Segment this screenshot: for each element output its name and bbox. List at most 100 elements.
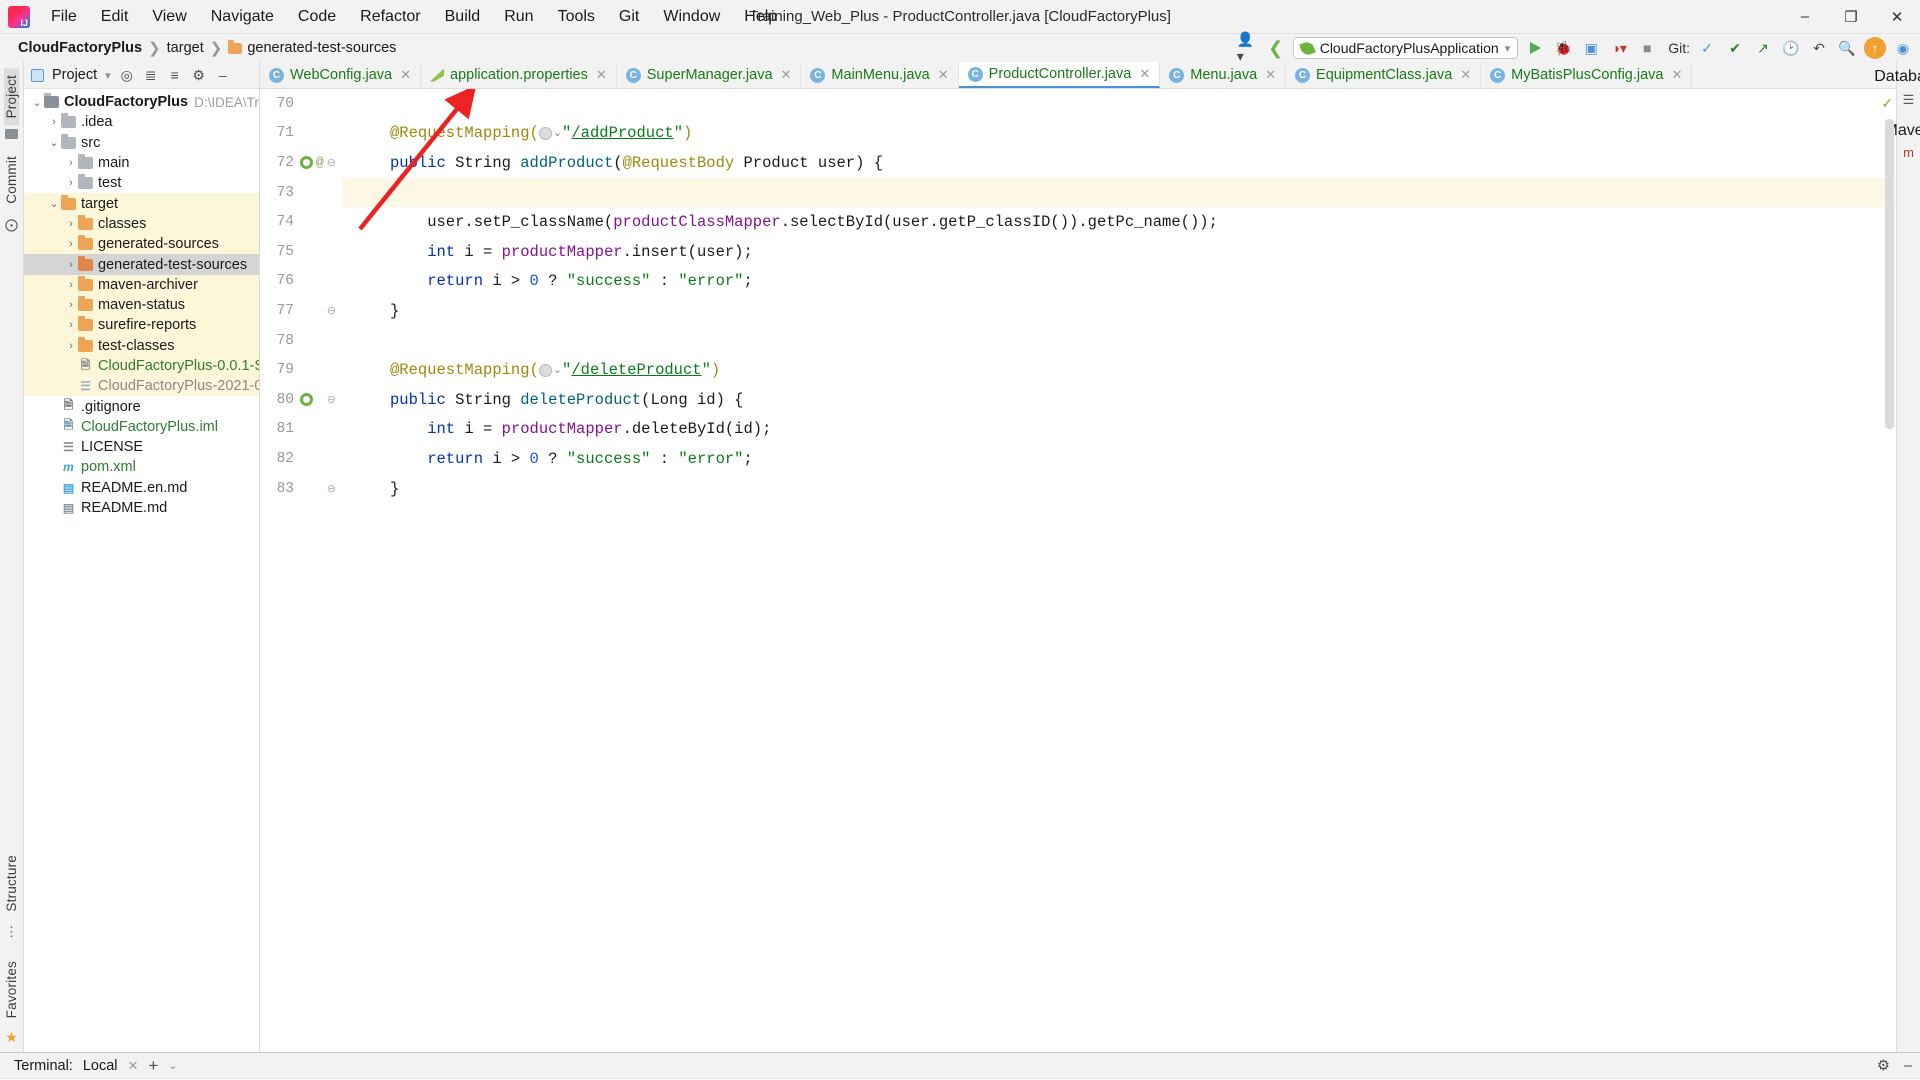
menu-item-build[interactable]: Build	[434, 4, 492, 30]
close-icon[interactable]: ✕	[1139, 66, 1150, 82]
expand-arrow-icon[interactable]: ›	[64, 340, 78, 352]
tree-node-generated-test-sources[interactable]: › generated-test-sources	[24, 254, 259, 275]
gutter-line[interactable]: 80 ⊖	[260, 385, 342, 415]
expand-arrow-icon[interactable]: ›	[64, 177, 78, 189]
close-icon[interactable]: ✕	[1460, 67, 1471, 83]
tree-node-pom-xml[interactable]: m pom.xml	[24, 457, 259, 477]
close-icon[interactable]: ✕	[781, 67, 792, 83]
tree-node-cloudfactoryplus-2021-0[interactable]: ☰ CloudFactoryPlus-2021-0	[24, 376, 259, 397]
code-line[interactable]: @RequestMapping(⌄ "/deleteProduct ")	[342, 355, 1896, 385]
editor-scrollbar[interactable]	[1885, 119, 1894, 429]
expand-arrow-icon[interactable]: ⌄	[30, 96, 44, 109]
code-line[interactable]: int i = productMapper .deleteById(id);	[342, 415, 1896, 445]
expand-arrow-icon[interactable]: ⌄	[47, 197, 61, 210]
code-line[interactable]	[342, 326, 1896, 356]
tree-node-cloudfactoryplus[interactable]: ⌄ CloudFactoryPlus D:\IDEA\Trai	[24, 92, 259, 112]
gutter-line[interactable]: 77 ⊖	[260, 296, 342, 326]
spring-bean-icon[interactable]	[300, 393, 313, 407]
search-everywhere-icon[interactable]: 🔍	[1836, 37, 1858, 59]
new-session-button[interactable]: +	[148, 1056, 158, 1076]
tree-node-generated-sources[interactable]: › generated-sources	[24, 234, 259, 255]
code-fold-icon[interactable]: ⊖	[327, 304, 336, 318]
run-with-coverage-button[interactable]: ▣	[1580, 37, 1602, 59]
gutter-marks[interactable]: @	[300, 155, 324, 170]
chevron-down-icon[interactable]: ⌄	[168, 1059, 177, 1072]
web-endpoint-icon[interactable]: ⌄	[538, 363, 562, 377]
tree-node-cloudfactoryplus-0-0-1-s[interactable]: 🗎 CloudFactoryPlus-0.0.1-S	[24, 355, 259, 377]
gutter-line[interactable]: 70	[260, 89, 342, 119]
code-line[interactable]: public String addProduct(@RequestBody Pr…	[342, 148, 1896, 178]
menu-item-navigate[interactable]: Navigate	[200, 4, 285, 30]
menu-bar[interactable]: File Edit View Navigate Code Refactor Build Run…	[40, 4, 788, 30]
hide-icon[interactable]: –	[215, 67, 231, 83]
stripe-button-commit[interactable]: Commit	[4, 149, 19, 211]
run-configuration-selector[interactable]: CloudFactoryPlusApplication ▾	[1292, 37, 1519, 59]
history-icon[interactable]: 🕑	[1780, 37, 1802, 59]
project-panel-header[interactable]: Project ▾ ◎ ≣ ≡ ⚙ –	[24, 62, 259, 89]
minimize-button[interactable]: –	[1782, 0, 1828, 34]
tree-node-maven-status[interactable]: › maven-status	[24, 294, 259, 316]
menu-item-view[interactable]: View	[141, 4, 197, 30]
editor-tab-mainmenu-java[interactable]: C MainMenu.java ✕	[801, 62, 959, 88]
code-line[interactable]: }	[342, 474, 1896, 504]
gear-icon[interactable]: ⚙	[1877, 1058, 1890, 1074]
gutter-line[interactable]: 79	[260, 355, 342, 385]
chevron-down-icon[interactable]: ⌄	[553, 126, 562, 140]
editor-tab-equipmentclass-java[interactable]: C EquipmentClass.java ✕	[1286, 62, 1482, 88]
chevron-down-icon[interactable]: ▾	[105, 69, 111, 82]
minimize-icon[interactable]: –	[1904, 1058, 1912, 1074]
code-line[interactable]: int i = productMapper .insert(user);	[342, 237, 1896, 267]
tree-node-test-classes[interactable]: › test-classes	[24, 335, 259, 356]
maximize-button[interactable]: ❐	[1828, 0, 1874, 34]
tree-node-classes[interactable]: › classes	[24, 213, 259, 235]
expand-all-icon[interactable]: ≣	[143, 67, 159, 84]
breadcrumb-item-generated-test-sources[interactable]: generated-test-sources	[224, 39, 400, 57]
tree-node-maven-archiver[interactable]: › maven-archiver	[24, 274, 259, 295]
expand-arrow-icon[interactable]: ⌄	[47, 136, 61, 149]
gear-icon[interactable]: ⚙	[191, 67, 207, 84]
expand-arrow-icon[interactable]: ›	[64, 299, 78, 311]
back-arrow-icon[interactable]: ❮	[1265, 37, 1287, 59]
menu-item-tools[interactable]: Tools	[547, 4, 606, 30]
stripe-button-project[interactable]: Project	[4, 68, 19, 126]
project-panel-title[interactable]: Project	[52, 67, 97, 83]
close-icon[interactable]: ✕	[938, 67, 949, 83]
expand-arrow-icon[interactable]: ›	[64, 259, 78, 271]
close-icon[interactable]: ✕	[400, 67, 411, 83]
gutter-line[interactable]: 83 ⊖	[260, 474, 342, 504]
navigation-bar[interactable]: CloudFactoryPlus ❯ target ❯ generated-test-s…	[0, 31, 1920, 64]
stripe-button-structure[interactable]: Structure	[4, 848, 19, 919]
editor-tab-webconfig-java[interactable]: C WebConfig.java ✕	[260, 62, 422, 88]
code-fold-icon[interactable]: ⊖	[327, 156, 336, 170]
code-editor[interactable]: 70 71 72 @ ⊖ 73 74 75 76 77 ⊖ 78 79 80 ⊖ 81 82 83 ⊖ @Reque…	[260, 89, 1896, 1052]
update-project-icon[interactable]: ✓	[1696, 37, 1718, 59]
menu-item-run[interactable]: Run	[493, 4, 544, 30]
tree-node-readme-en-md[interactable]: ▤ README.en.md	[24, 478, 259, 498]
left-tool-stripe[interactable]: Project Commit ⨀ Structure ⋮ Favorites ★	[0, 62, 24, 1052]
code-line[interactable]: public String deleteProduct (Long id) {	[342, 385, 1896, 415]
code-line[interactable]	[342, 177, 1896, 208]
editor-gutter[interactable]: 70 71 72 @ ⊖ 73 74 75 76 77 ⊖ 78 79 80 ⊖ 81 82 83 ⊖	[260, 89, 342, 1052]
editor-tab-productcontroller-java[interactable]: C ProductController.java ✕	[958, 62, 1161, 88]
stop-button[interactable]: ■	[1636, 37, 1658, 59]
spring-bean-icon[interactable]	[300, 156, 313, 170]
gutter-line[interactable]: 72 @ ⊖	[260, 148, 342, 178]
close-icon[interactable]: ✕	[1672, 67, 1683, 83]
profile-button[interactable]: ◑▾	[1608, 37, 1630, 59]
code-line[interactable]: return i > 0 ? "success" : "error";	[342, 444, 1896, 474]
gutter-line[interactable]: 75	[260, 237, 342, 267]
editor-tab-application-properties[interactable]: application.properties ✕	[421, 62, 617, 88]
gutter-line[interactable]: 74	[260, 207, 342, 237]
code-fold-icon[interactable]: ⊖	[327, 482, 336, 496]
update-icon[interactable]: ↑	[1864, 37, 1886, 59]
editor-tab-bar[interactable]: C WebConfig.java ✕ application.properties ✕ C…	[260, 62, 1896, 89]
code-line[interactable]: }	[342, 296, 1896, 326]
collapse-all-icon[interactable]: ≡	[167, 67, 183, 83]
chevron-down-icon[interactable]: ⌄	[553, 363, 562, 377]
rollback-icon[interactable]: ↶	[1808, 37, 1830, 59]
tree-node-test[interactable]: › test	[24, 173, 259, 193]
gutter-line[interactable]: 71	[260, 119, 342, 149]
gutter-marks[interactable]	[300, 393, 313, 407]
locate-icon[interactable]: ◎	[119, 67, 135, 84]
menu-item-edit[interactable]: Edit	[90, 4, 140, 30]
